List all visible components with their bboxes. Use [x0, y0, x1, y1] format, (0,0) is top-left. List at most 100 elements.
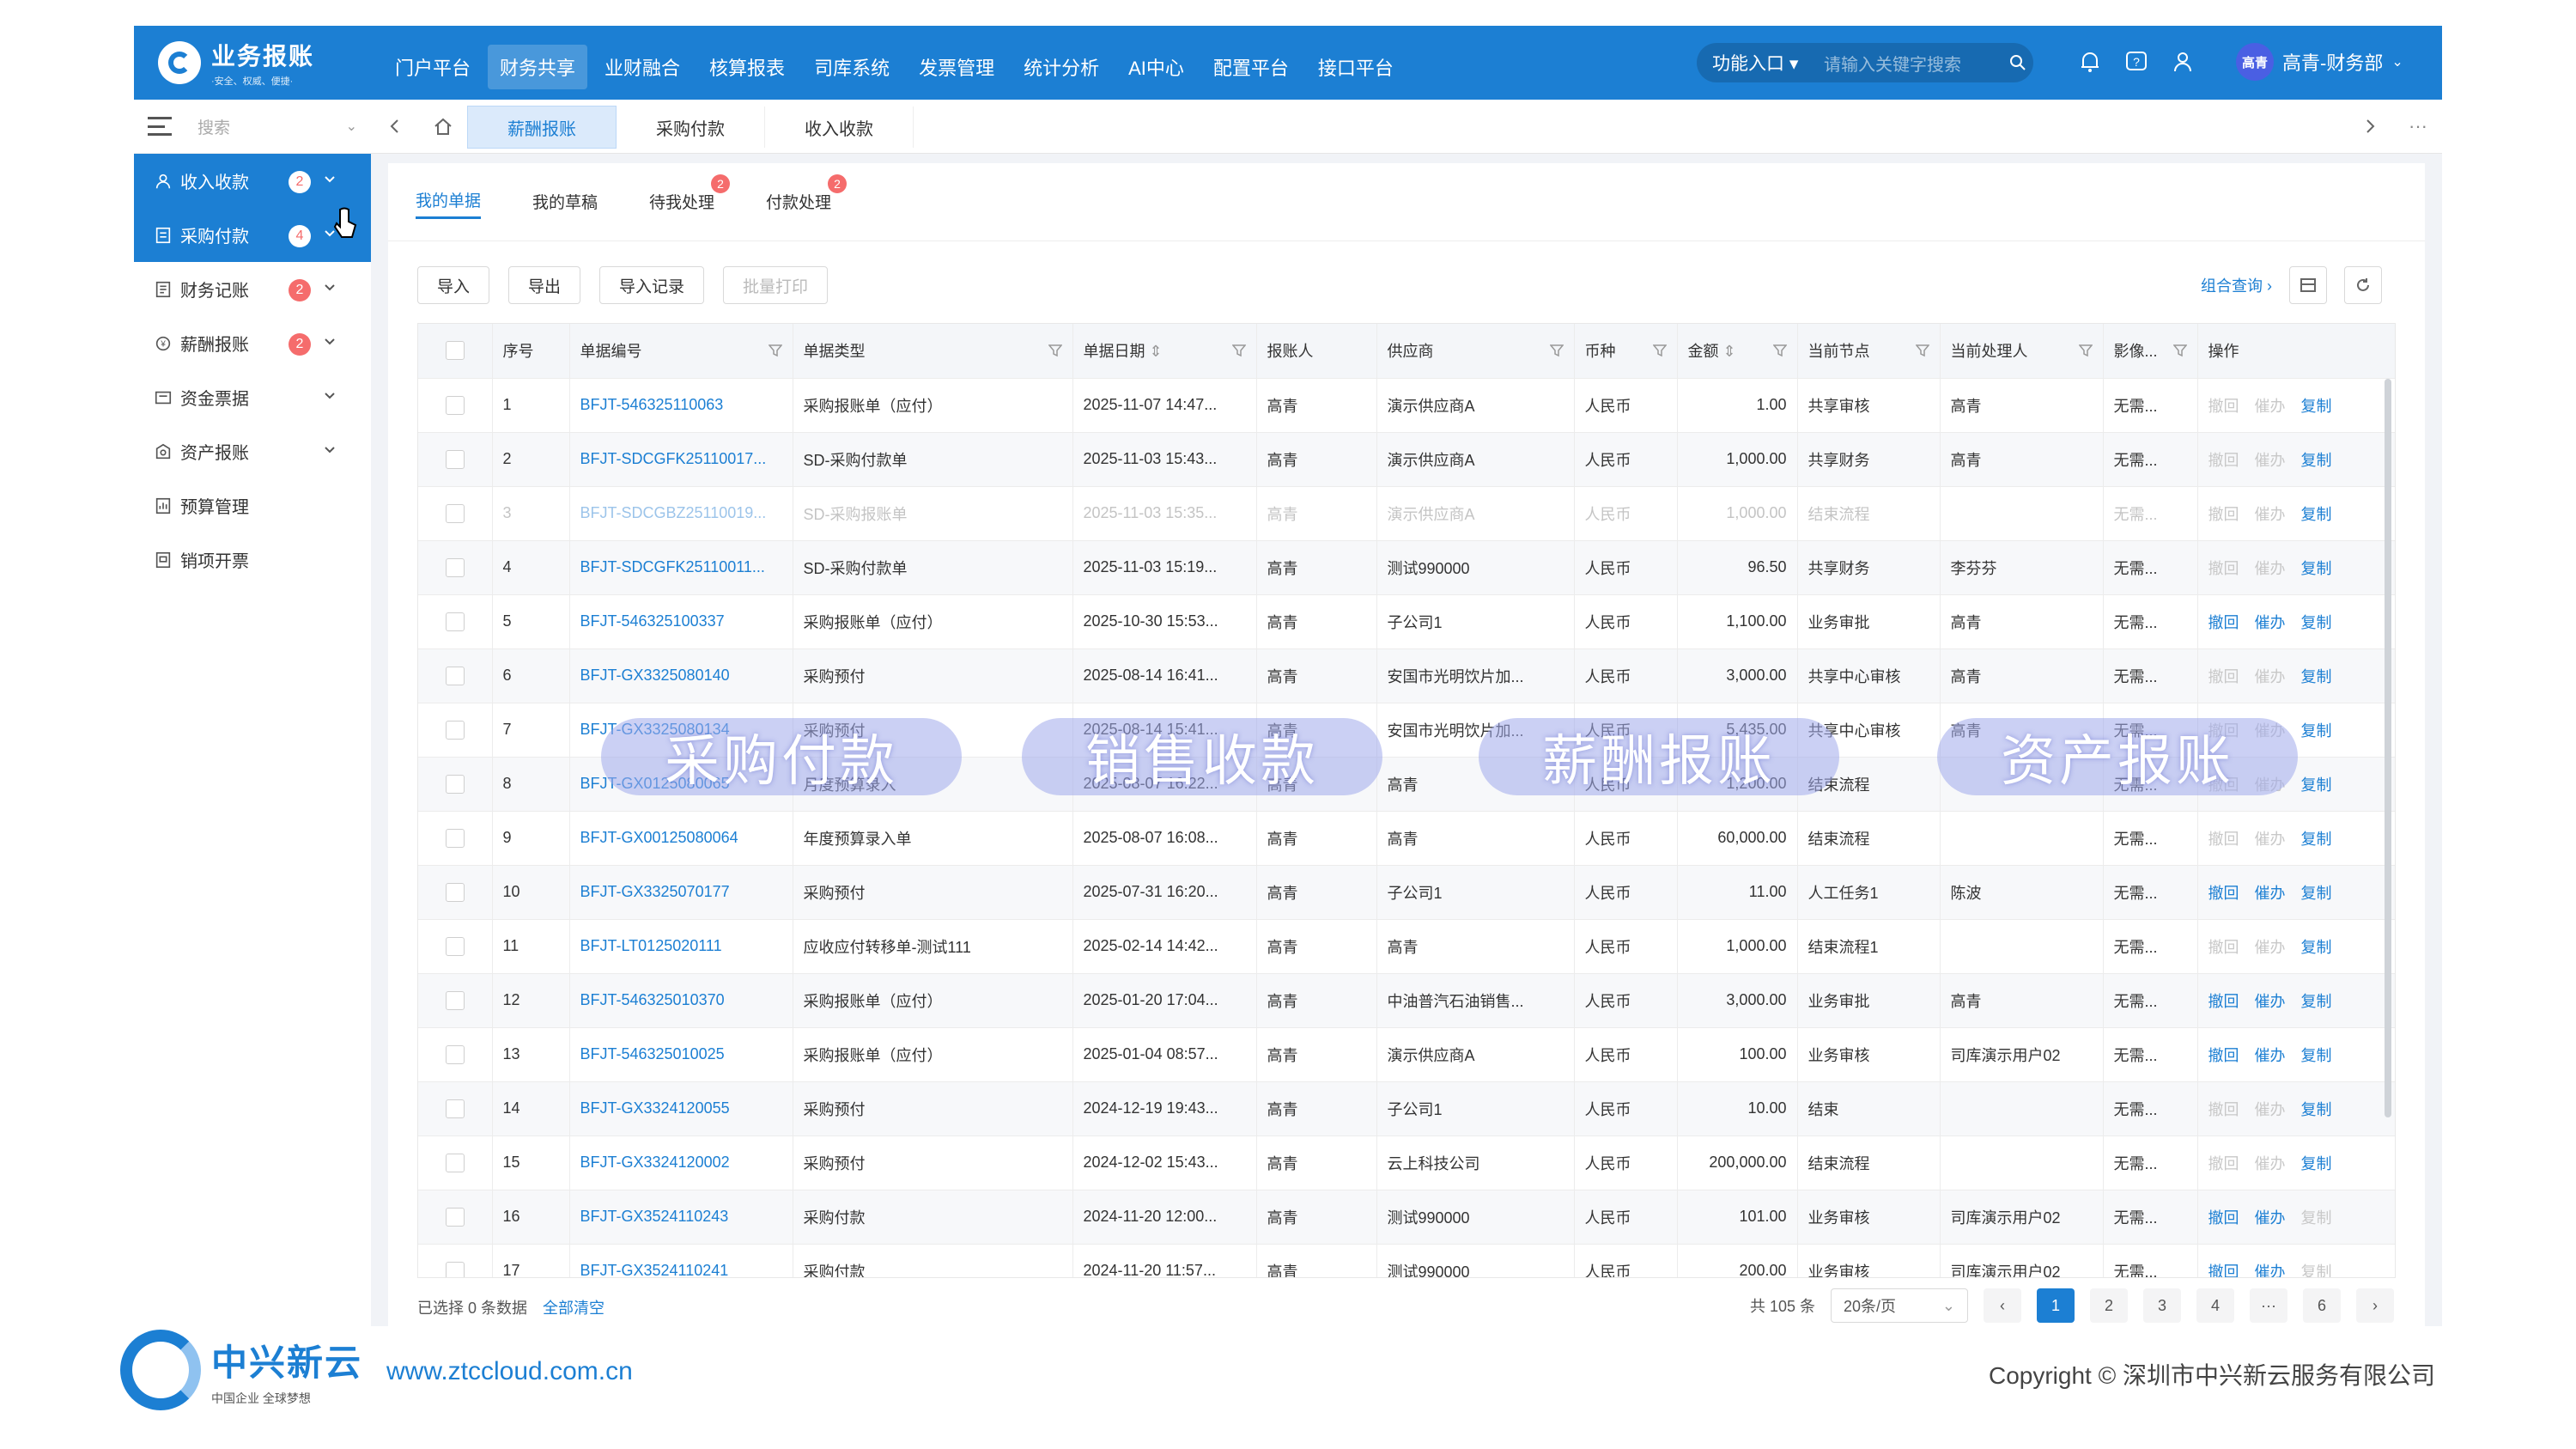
withdraw-link[interactable]: 撤回 — [2208, 452, 2239, 469]
copy-link[interactable]: 复制 — [2301, 831, 2332, 848]
withdraw-link[interactable]: 撤回 — [2208, 1101, 2239, 1118]
withdraw-link[interactable]: 撤回 — [2208, 1209, 2239, 1227]
row-checkbox[interactable] — [418, 865, 493, 920]
row-checkbox[interactable] — [418, 1244, 493, 1277]
withdraw-link[interactable]: 撤回 — [2208, 831, 2239, 848]
row-checkbox[interactable] — [418, 1135, 493, 1190]
column-header-handler[interactable]: 当前处理人 — [1940, 324, 2104, 379]
row-checkbox[interactable] — [418, 973, 493, 1028]
cell-code[interactable]: BFJT-GX3325070177 — [569, 865, 793, 920]
column-header-image[interactable]: 影像... — [2103, 324, 2198, 379]
copy-link[interactable]: 复制 — [2301, 722, 2332, 740]
copy-link[interactable]: 复制 — [2301, 560, 2332, 577]
tab-salary-reimbursement[interactable]: 薪酬报账 — [467, 106, 617, 149]
cell-code[interactable]: BFJT-GX3324120055 — [569, 1081, 793, 1136]
nav-finance-share[interactable]: 财务共享 — [488, 45, 588, 89]
page-4[interactable]: 4 — [2196, 1288, 2234, 1323]
row-checkbox[interactable] — [418, 486, 493, 541]
cell-code[interactable]: BFJT-GX00125080064 — [569, 811, 793, 866]
filter-icon[interactable] — [1914, 344, 1930, 357]
filter-icon[interactable] — [1548, 344, 1564, 357]
user-menu[interactable]: 高青 高青-财务部 ⌄ — [2236, 43, 2403, 81]
urge-link[interactable]: 催办 — [2255, 452, 2286, 469]
row-checkbox[interactable] — [418, 811, 493, 866]
combined-query-link[interactable]: 组合查询 › — [2201, 274, 2272, 296]
filter-icon[interactable] — [1047, 344, 1063, 357]
refresh-icon[interactable] — [2344, 266, 2382, 304]
cell-code[interactable]: BFJT-GX3325080140 — [569, 648, 793, 703]
page-3[interactable]: 3 — [2143, 1288, 2181, 1323]
nav-ai-center[interactable]: AI中心 — [1116, 45, 1196, 89]
bell-icon[interactable] — [2076, 48, 2104, 76]
nav-treasury[interactable]: 司库系统 — [802, 45, 902, 89]
cell-code[interactable]: BFJT-SDCGFK25110017... — [569, 432, 793, 487]
copy-link[interactable]: 复制 — [2301, 452, 2332, 469]
withdraw-link[interactable]: 撤回 — [2208, 398, 2239, 415]
table-row[interactable]: 1 BFJT-546325110063 采购报账单（应付） 2025-11-07 14… — [418, 378, 2395, 433]
keyword-search-input[interactable]: 请输入关键字搜索 — [1824, 51, 2002, 76]
copy-link[interactable]: 复制 — [2301, 939, 2332, 956]
urge-link[interactable]: 催办 — [2255, 885, 2286, 902]
filter-icon[interactable] — [767, 344, 783, 357]
row-checkbox[interactable] — [418, 1190, 493, 1245]
copy-link[interactable]: 复制 — [2301, 885, 2332, 902]
row-checkbox[interactable] — [418, 703, 493, 758]
cell-code[interactable]: BFJT-GX3524110243 — [569, 1190, 793, 1245]
import-button[interactable]: 导入 — [417, 266, 490, 304]
tab-purchase-payment[interactable]: 采购付款 — [617, 107, 765, 148]
table-row[interactable]: 12 BFJT-546325010370 采购报账单（应付） 2025-01-20 1… — [418, 973, 2395, 1028]
menu-collapse-icon[interactable] — [148, 117, 172, 136]
withdraw-link[interactable]: 撤回 — [2208, 668, 2239, 685]
withdraw-link[interactable]: 撤回 — [2208, 506, 2239, 523]
filter-icon[interactable] — [1230, 344, 1247, 357]
sidebar-item-7[interactable]: 销项开票 — [134, 533, 371, 587]
copy-link[interactable]: 复制 — [2301, 1209, 2332, 1227]
row-checkbox[interactable] — [418, 757, 493, 812]
subtab-pending[interactable]: 待我处理 2 — [649, 174, 731, 218]
withdraw-link[interactable]: 撤回 — [2208, 1155, 2239, 1172]
urge-link[interactable]: 催办 — [2255, 1155, 2286, 1172]
sidebar-search-input[interactable]: 搜索 — [197, 115, 346, 138]
subtab-payment-processing[interactable]: 付款处理 2 — [766, 174, 848, 218]
column-header-type[interactable]: 单据类型 — [793, 324, 1073, 379]
cell-code[interactable]: BFJT-546325100337 — [569, 594, 793, 649]
table-row[interactable]: 17 BFJT-GX3524110241 采购付款 2024-11-20 11:57.… — [418, 1244, 2395, 1278]
nav-business-finance[interactable]: 业财融合 — [592, 45, 692, 89]
select-all-checkbox[interactable] — [418, 324, 493, 379]
cell-code[interactable]: BFJT-546325010370 — [569, 973, 793, 1028]
app-logo[interactable]: 业务报账 ·安全、权威、便捷· — [158, 38, 314, 88]
nav-interface[interactable]: 接口平台 — [1306, 45, 1406, 89]
page-ellipsis[interactable]: ··· — [2250, 1288, 2287, 1323]
column-header-node[interactable]: 当前节点 — [1797, 324, 1941, 379]
column-header-code[interactable]: 单据编号 — [569, 324, 793, 379]
filter-icon[interactable] — [1651, 344, 1668, 357]
urge-link[interactable]: 催办 — [2255, 1047, 2286, 1064]
copy-link[interactable]: 复制 — [2301, 668, 2332, 685]
table-row[interactable]: 4 BFJT-SDCGFK25110011... SD-采购付款单 2025-11-0… — [418, 540, 2395, 595]
table-row[interactable]: 11 BFJT-LT0125020111 应收应付转移单-测试111 2025-02-… — [418, 919, 2395, 974]
withdraw-link[interactable]: 撤回 — [2208, 1263, 2239, 1278]
export-button[interactable]: 导出 — [508, 266, 581, 304]
table-row[interactable]: 5 BFJT-546325100337 采购报账单（应付） 2025-10-30 15… — [418, 594, 2395, 649]
sort-icon[interactable]: ⇕ — [1150, 343, 1163, 360]
row-checkbox[interactable] — [418, 432, 493, 487]
batch-print-button[interactable]: 批量打印 — [723, 266, 829, 304]
page-2[interactable]: 2 — [2090, 1288, 2128, 1323]
urge-link[interactable]: 催办 — [2255, 506, 2286, 523]
subtab-my-drafts[interactable]: 我的草稿 — [532, 185, 598, 218]
nav-config[interactable]: 配置平台 — [1201, 45, 1301, 89]
table-row[interactable]: 15 BFJT-GX3324120002 采购预付 2024-12-02 15:43.… — [418, 1135, 2395, 1190]
copy-link[interactable]: 复制 — [2301, 776, 2332, 794]
search-icon[interactable] — [2002, 47, 2033, 78]
copy-link[interactable]: 复制 — [2301, 614, 2332, 631]
row-checkbox[interactable] — [418, 378, 493, 433]
cell-code[interactable]: BFJT-SDCGBZ25110019... — [569, 486, 793, 541]
urge-link[interactable]: 催办 — [2255, 1209, 2286, 1227]
withdraw-link[interactable]: 撤回 — [2208, 993, 2239, 1010]
home-icon[interactable] — [419, 100, 467, 153]
sort-icon[interactable]: ⇕ — [1723, 343, 1736, 360]
function-entry-dropdown[interactable]: 功能入口 ▾ — [1697, 50, 1824, 76]
sidebar-item-4[interactable]: 资金票据 — [134, 370, 371, 424]
tab-scroll-left-icon[interactable] — [371, 100, 419, 153]
urge-link[interactable]: 催办 — [2255, 668, 2286, 685]
